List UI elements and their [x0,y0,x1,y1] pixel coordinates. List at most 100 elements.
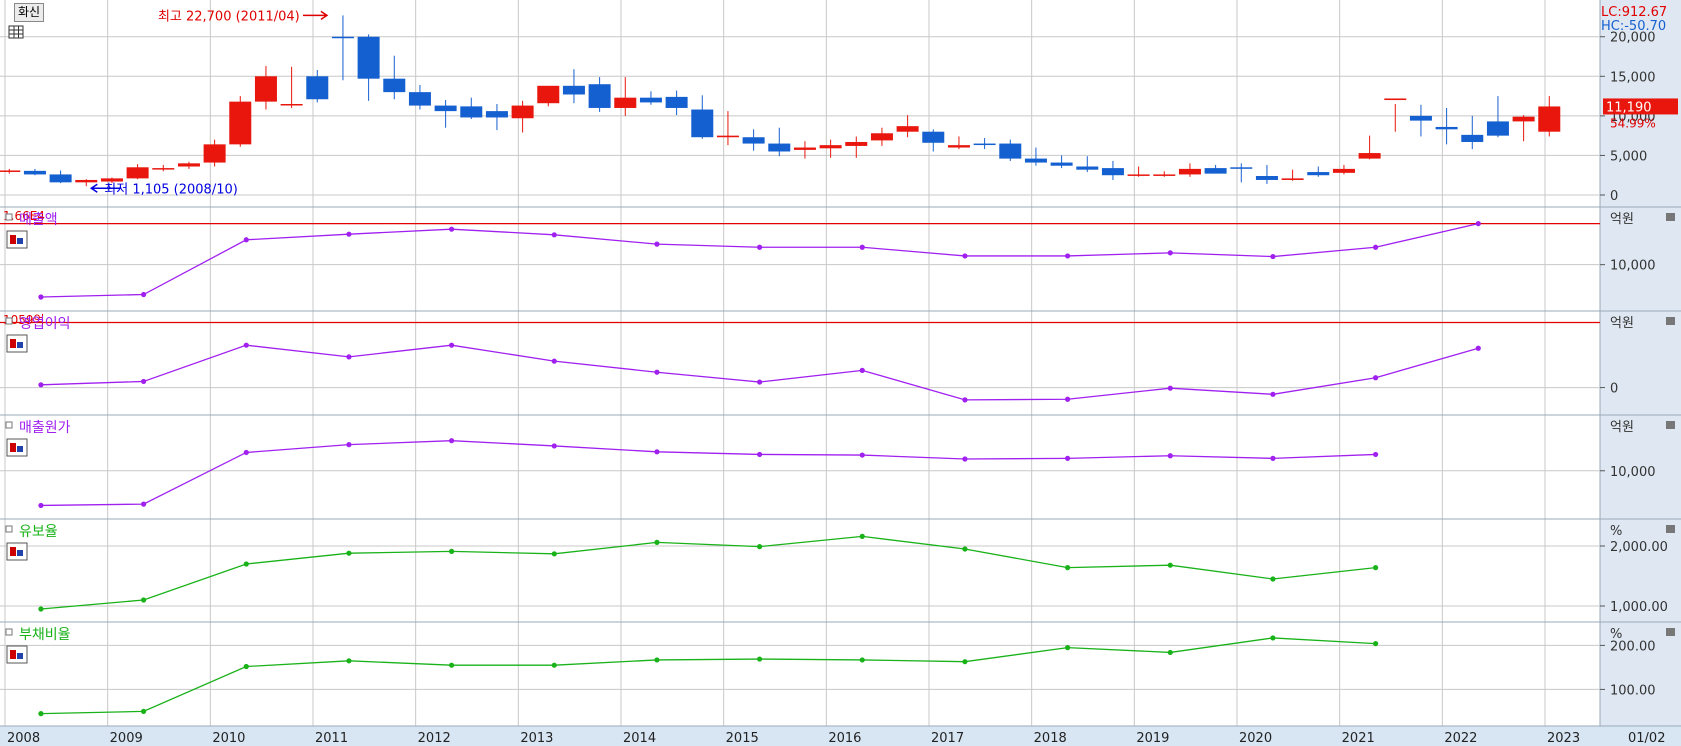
panel-close-icon [1666,628,1675,636]
data-point [38,382,44,388]
panel-toggle-icon [5,525,13,533]
panel-settings-icon [6,645,28,664]
panel-settings-icon [6,438,28,457]
data-point [1270,635,1276,641]
data-point [962,253,968,259]
x-tick-label: 2018 [1034,731,1067,746]
x-tick-label: 2019 [1136,731,1169,746]
x-tick-label: 2023 [1547,731,1580,746]
candle [896,115,919,138]
candle [1512,115,1535,142]
x-tick-label: 2021 [1342,731,1375,746]
candle [947,136,970,150]
candle-body [460,106,483,118]
high-arrow-icon [302,10,329,20]
candle-body [177,163,200,167]
data-point [859,367,865,373]
panel-settings-icon [6,542,28,561]
data-point [1167,453,1173,459]
data-point [962,546,968,552]
candle [1101,160,1124,180]
candle [1409,104,1432,137]
panel-toggle-icon [5,628,13,636]
table-grid-icon[interactable] [8,25,24,39]
panel-tick-label: 100.00 [1610,683,1656,698]
x-tick-label: 2011 [315,731,348,746]
data-point [346,231,352,237]
candle-body [793,147,816,150]
x-tick-label: 2015 [726,731,759,746]
candle [1281,169,1304,181]
candle-body [1153,174,1176,176]
stock-name-button[interactable]: 화신 [14,3,45,22]
candle-body [254,76,277,102]
data-point [654,369,660,375]
candle [845,136,868,158]
data-point [141,597,147,603]
candle [1255,164,1278,184]
price-tick-label: 5,000 [1610,149,1647,164]
candle [280,66,303,108]
data-point [757,656,763,662]
candle [1486,96,1509,138]
candle-body [1486,121,1509,136]
stock-chart: 2008 2009 2010 2011 2012 2013 2014 2015 2016 2017… [0,0,1681,746]
x-tick-label: 2022 [1444,731,1477,746]
candle [742,129,765,151]
candle-body [947,145,970,148]
candle-body [152,168,175,170]
data-point [654,449,660,455]
data-point [38,606,44,612]
panel-tick-label: 2,000.00 [1610,540,1668,555]
candle [0,168,21,174]
candle-body [49,174,72,183]
candle-body [1024,158,1047,163]
candle-body [1435,126,1458,130]
price-tick-label: 0 [1610,189,1618,204]
data-point [243,561,249,567]
candle [922,129,945,152]
candle-body [357,36,380,79]
data-point [141,501,147,507]
candle-body [588,84,611,108]
candle [203,139,226,167]
data-point [1065,565,1071,571]
candle-body [434,105,457,112]
data-point [449,226,455,232]
data-point [551,662,557,668]
data-point [1373,375,1379,381]
data-point [141,708,147,715]
data-point [551,551,557,557]
panel-unit: 억원 [1610,420,1634,435]
candle [588,77,611,112]
x-tick-label: 2016 [828,731,861,746]
candle-body [126,167,149,179]
high-annotation: 최고 22,700 (2011/04) [158,9,300,24]
candle [177,161,200,169]
panel-tick-label: 10,000 [1610,465,1656,480]
panel-tick-label: 1,000.00 [1610,600,1668,615]
candle-body [100,178,123,182]
candle-body [229,101,252,145]
data-point [449,438,455,444]
candle [383,55,406,100]
data-point [654,241,660,247]
candle-body [896,126,919,132]
candle-body [1076,166,1099,170]
candle-body [742,137,765,144]
panel-title: 영업이익 [19,316,71,332]
candle [1230,163,1253,183]
panel-unit: 억원 [1610,316,1634,331]
candle-body [999,143,1022,159]
data-point [551,443,557,449]
candle-body [1127,174,1150,176]
candle-body [1461,134,1484,142]
candle [639,91,662,105]
candle-body [1204,168,1227,174]
candle-body [639,97,662,103]
panel-title: 매출원가 [19,420,71,436]
candle [1435,107,1458,145]
data-point [346,442,352,448]
data-point [346,658,352,664]
x-tick-label: 2010 [212,731,245,746]
